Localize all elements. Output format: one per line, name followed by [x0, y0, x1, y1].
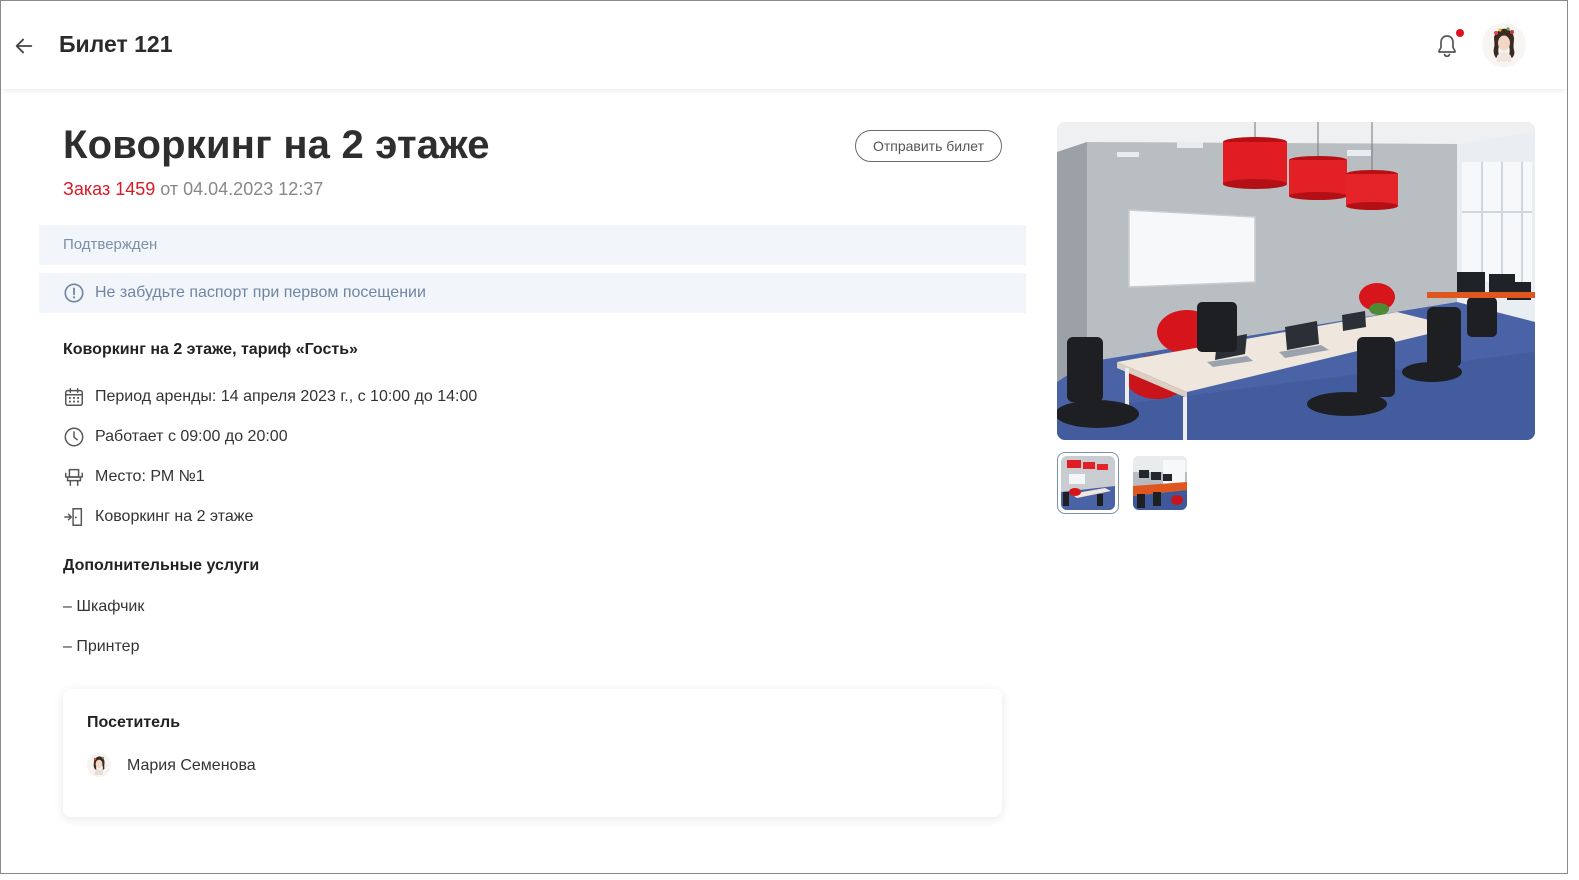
status-badge: Подтвержден [63, 236, 158, 253]
calendar-icon [65, 388, 83, 406]
place-row: Место: РМ №1 [63, 466, 205, 488]
page-header-title: Билет 121 [59, 31, 173, 57]
extra-item: – Принтер [63, 638, 140, 655]
room-entry-icon [64, 508, 83, 526]
working-hours-row: Работает с 09:00 до 20:00 [63, 426, 288, 448]
extra-item: – Шкафчик [63, 598, 145, 615]
send-ticket-button[interactable]: Отправить билет [855, 130, 1002, 162]
app-window: Билет 121 Коворкинг на 2 этаже Заказ 145… [0, 0, 1568, 874]
bell-icon[interactable] [1435, 33, 1459, 59]
room-row: Коворкинг на 2 этаже [63, 506, 253, 528]
order-date: от 04.04.2023 12:37 [160, 179, 324, 199]
info-alert-icon [64, 283, 84, 303]
gallery-thumbnail[interactable] [1057, 452, 1119, 514]
gallery-thumbnail[interactable] [1129, 452, 1191, 514]
clock-icon [64, 427, 84, 447]
notice-text: Не забудьте паспорт при первом посещении [95, 284, 426, 301]
visitor-name: Мария Семенова [127, 757, 256, 774]
place-text: Место: РМ №1 [95, 468, 205, 485]
status-banner: Подтвержден [39, 225, 1026, 265]
workplace-icon [65, 468, 83, 486]
rental-period-text: Период аренды: 14 апреля 2023 г., с 10:0… [95, 388, 478, 405]
notification-dot [1456, 29, 1464, 37]
room-text: Коворкинг на 2 этаже [95, 508, 254, 525]
notice-banner: Не забудьте паспорт при первом посещении [39, 273, 1026, 313]
rental-period-row: Период аренды: 14 апреля 2023 г., с 10:0… [63, 386, 477, 408]
tariff-title: Коворкинг на 2 этаже, тариф «Гость» [63, 341, 358, 358]
user-avatar[interactable] [1482, 23, 1526, 67]
order-info: Заказ 1459 от 04.04.2023 12:37 [63, 179, 323, 200]
top-bar: Билет 121 [1, 1, 1567, 89]
visitor-title: Посетитель [87, 714, 181, 731]
extras-title: Дополнительные услуги [63, 557, 260, 574]
working-hours-text: Работает с 09:00 до 20:00 [95, 428, 288, 445]
order-number-link[interactable]: Заказ 1459 [63, 179, 155, 199]
visitor-card: Посетитель Мария Семенова [63, 689, 1002, 817]
visitor-avatar [87, 753, 111, 777]
ticket-title: Коворкинг на 2 этаже [63, 123, 490, 167]
main-photo[interactable] [1057, 122, 1535, 440]
arrow-left-icon[interactable] [13, 35, 35, 57]
